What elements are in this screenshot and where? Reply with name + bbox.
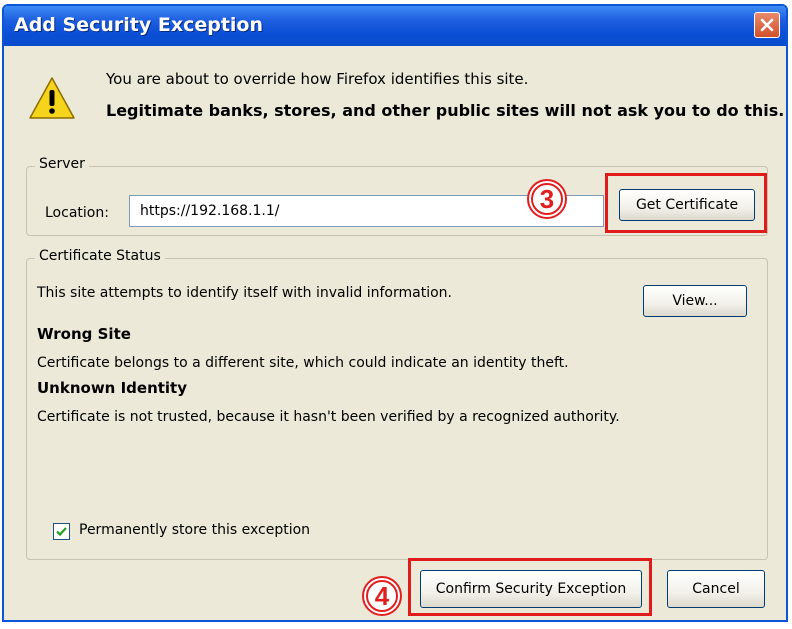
dialog-title: Add Security Exception <box>14 14 264 36</box>
permanent-checkbox[interactable] <box>53 523 70 540</box>
close-button[interactable] <box>754 12 780 38</box>
intro-warning-text: Legitimate banks, stores, and other publ… <box>106 101 785 120</box>
step-marker-4: 4 <box>362 576 402 616</box>
warning-triangle-icon <box>29 77 75 119</box>
cancel-label: Cancel <box>692 581 740 597</box>
issue-detail: Certificate belongs to a different site,… <box>37 355 569 371</box>
view-label: View... <box>672 293 718 309</box>
issue-heading: Unknown Identity <box>37 379 188 397</box>
certificate-status-group: Certificate Status This site attempts to… <box>26 248 768 560</box>
cancel-button[interactable]: Cancel <box>667 570 765 608</box>
view-button[interactable]: View... <box>643 285 747 317</box>
get-certificate-label: Get Certificate <box>635 197 739 213</box>
add-security-exception-dialog: Add Security Exception You are about to … <box>2 4 788 622</box>
step-marker-3: 3 <box>527 179 567 219</box>
title-bar[interactable]: Add Security Exception <box>4 6 786 46</box>
confirm-label: Confirm Security Exception <box>435 581 627 597</box>
confirm-security-exception-button[interactable]: Confirm Security Exception <box>420 570 642 608</box>
issue-detail: Certificate is not trusted, because it h… <box>37 409 620 425</box>
checkmark-icon <box>56 527 67 537</box>
issue-heading: Wrong Site <box>37 325 131 343</box>
status-summary: This site attempts to identify itself wi… <box>37 285 452 301</box>
permanent-checkbox-label[interactable]: Permanently store this exception <box>79 522 310 538</box>
certificate-status-legend: Certificate Status <box>35 248 165 264</box>
location-label: Location: <box>45 205 109 221</box>
get-certificate-button[interactable]: Get Certificate <box>619 189 755 221</box>
close-icon <box>760 18 774 32</box>
server-group: Server Location: 3 Get Certificate <box>26 156 768 236</box>
server-legend: Server <box>35 156 89 172</box>
intro-text: You are about to override how Firefox id… <box>106 70 529 88</box>
